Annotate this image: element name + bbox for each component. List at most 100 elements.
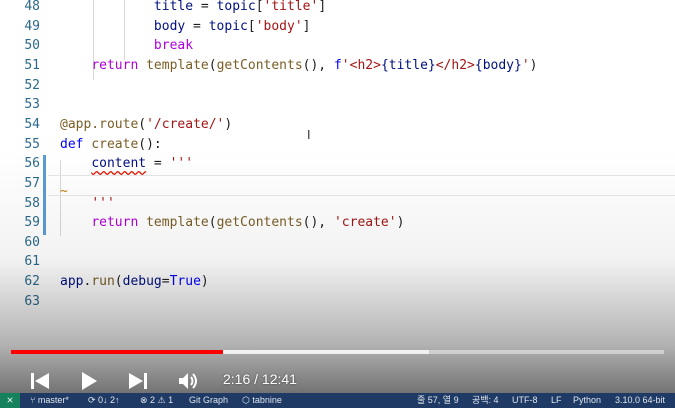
- line-code[interactable]: @app.route('/create/'): [60, 115, 232, 135]
- remote-indicator[interactable]: ⨯: [0, 393, 20, 408]
- code-token: topic: [208, 18, 248, 34]
- code-line[interactable]: 56 content = ''': [0, 154, 675, 174]
- tabnine-label: tabnine: [252, 395, 282, 405]
- skip-previous-icon: [31, 373, 49, 389]
- code-line[interactable]: 48 title = topic['title']: [0, 0, 675, 17]
- line-code[interactable]: body = topic['body']: [60, 17, 311, 37]
- code-line[interactable]: 52: [0, 76, 675, 96]
- cursor-position[interactable]: 줄 57, 열 9: [417, 393, 459, 408]
- language-mode[interactable]: Python: [573, 393, 601, 408]
- code-line[interactable]: 49 body = topic['body']: [0, 17, 675, 37]
- line-number: 56: [24, 156, 40, 172]
- code-token: ): [224, 116, 233, 132]
- python-interpreter[interactable]: 3.10.0 64-bit: [615, 393, 665, 408]
- code-token: getContents: [216, 215, 303, 231]
- code-line[interactable]: 50 break: [0, 36, 675, 56]
- line-number: 53: [24, 97, 40, 113]
- code-line[interactable]: 59 return template(getContents(), 'creat…: [0, 213, 675, 233]
- code-token: (: [208, 57, 217, 73]
- git-branch[interactable]: ⑂ master*: [30, 393, 69, 408]
- code-token: topic: [216, 0, 256, 14]
- problems-indicator[interactable]: ⊗ 2 ⚠ 1: [140, 393, 173, 408]
- code-token: (),: [302, 215, 334, 231]
- play-icon: [82, 372, 97, 390]
- code-line[interactable]: 58 ''': [0, 194, 675, 214]
- git-graph-button[interactable]: Git Graph: [189, 393, 228, 408]
- video-progress-bar[interactable]: [11, 350, 664, 354]
- code-token: [: [255, 0, 264, 14]
- code-line[interactable]: 62 app.run(debug=True): [0, 272, 675, 292]
- line-code[interactable]: ''': [60, 194, 115, 214]
- code-token: ():: [138, 136, 162, 152]
- line-number: 50: [24, 38, 40, 54]
- line-number: 58: [24, 195, 40, 211]
- end-of-line[interactable]: LF: [551, 393, 562, 408]
- code-token: ): [200, 274, 209, 290]
- code-token: {title}: [380, 57, 436, 73]
- code-token: '<h2>: [341, 57, 381, 73]
- line-code[interactable]: content = ''': [60, 154, 193, 174]
- code-token: 'body': [255, 18, 303, 34]
- line-number: 60: [24, 234, 40, 250]
- volume-button[interactable]: [176, 369, 202, 393]
- sync-label: 0↓ 2↑: [98, 395, 120, 405]
- code-line[interactable]: 61: [0, 252, 675, 272]
- code-token: =: [161, 274, 170, 290]
- code-token: </h2>: [435, 57, 475, 73]
- code-line[interactable]: 57: [0, 174, 675, 194]
- code-token: 'create': [333, 215, 397, 231]
- encoding[interactable]: UTF-8: [512, 393, 538, 408]
- code-line[interactable]: 55 def create():: [0, 135, 675, 155]
- code-line[interactable]: 63: [0, 292, 675, 312]
- code-line[interactable]: 51 return template(getContents(), f'<h2>…: [0, 56, 675, 76]
- code-token: body: [153, 18, 186, 34]
- line-code[interactable]: app.run(debug=True): [60, 272, 209, 292]
- line-number: 52: [24, 77, 40, 93]
- code-line[interactable]: 53: [0, 95, 675, 115]
- code-token: (: [114, 274, 123, 290]
- time-display: 2:16 / 12:41: [223, 371, 297, 387]
- line-code[interactable]: title = topic['title']: [60, 0, 326, 17]
- line-code[interactable]: return template(getContents(), 'create'): [60, 213, 404, 233]
- line-number: 59: [24, 215, 40, 231]
- line-number: 63: [24, 293, 40, 309]
- line-code[interactable]: def create():: [60, 135, 162, 155]
- branch-label: master*: [37, 395, 69, 405]
- code-token: def: [60, 136, 84, 152]
- code-token: ]: [302, 18, 311, 34]
- code-token: template: [146, 57, 209, 73]
- code-token: =: [146, 156, 170, 172]
- code-line[interactable]: 60: [0, 233, 675, 253]
- next-button[interactable]: [126, 369, 150, 393]
- code-token: content: [91, 156, 147, 172]
- line-code[interactable]: break: [60, 36, 193, 56]
- line-code[interactable]: return template(getContents(), f'<h2>{ti…: [60, 56, 537, 76]
- code-token: ''': [169, 156, 194, 172]
- code-token: =: [185, 18, 209, 34]
- code-line[interactable]: 54 @app.route('/create/'): [0, 115, 675, 135]
- code-token: ''': [91, 195, 115, 211]
- code-token: create: [91, 136, 139, 152]
- code-token: =: [193, 0, 217, 14]
- play-button[interactable]: [77, 369, 101, 393]
- code-token: run: [91, 274, 115, 290]
- previous-button[interactable]: [28, 369, 52, 393]
- code-editor[interactable]: 48 title = topic['title'] 49 body = topic…: [0, 0, 675, 393]
- progress-played: [11, 350, 224, 354]
- indentation[interactable]: 공백: 4: [472, 393, 499, 408]
- line-number: 55: [24, 136, 40, 152]
- code-token: return: [91, 57, 139, 73]
- code-token: f: [333, 57, 342, 73]
- status-bar: ⨯ ⑂ master* ⟳ 0↓ 2↑ ⊗ 2 ⚠ 1 Git Graph ⬡ …: [0, 393, 675, 408]
- line-number: 54: [24, 116, 40, 132]
- line-number: 49: [24, 18, 40, 34]
- tabnine-status[interactable]: ⬡ tabnine: [242, 393, 282, 408]
- code-token: ): [396, 215, 405, 231]
- code-token: template: [146, 215, 209, 231]
- sync-status[interactable]: ⟳ 0↓ 2↑: [88, 393, 120, 408]
